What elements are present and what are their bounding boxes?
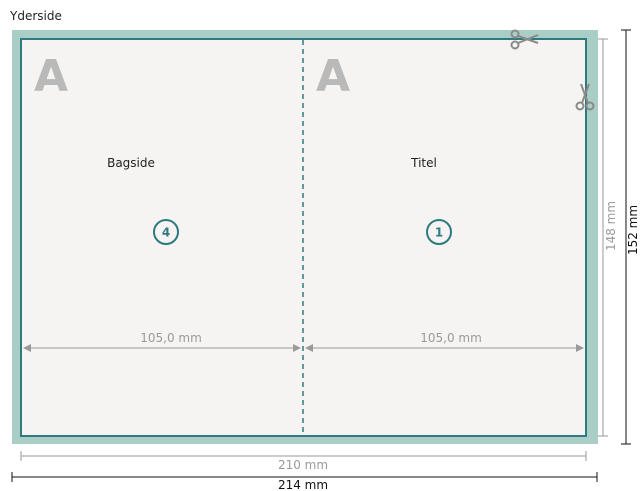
panel-left-width-label: 105,0 mm bbox=[140, 331, 202, 345]
fold-diagram: A A Bagside Titel 4 1 105,0 mm 105,0 mm … bbox=[11, 29, 640, 491]
panel-left-letter: A bbox=[34, 51, 68, 102]
bleed-height-label: 152 mm bbox=[626, 205, 640, 255]
trim-height-label: 148 mm bbox=[604, 201, 618, 251]
bleed-width-label: 214 mm bbox=[278, 478, 328, 491]
trim-width-label: 210 mm bbox=[278, 458, 328, 472]
page-number-right: 1 bbox=[435, 226, 443, 240]
panel-left-label: Bagside bbox=[107, 156, 155, 170]
panel-right-letter: A bbox=[316, 51, 350, 102]
panel-right-label: Titel bbox=[410, 156, 437, 170]
panel-right-width-label: 105,0 mm bbox=[420, 331, 482, 345]
page-number-left: 4 bbox=[162, 226, 170, 240]
